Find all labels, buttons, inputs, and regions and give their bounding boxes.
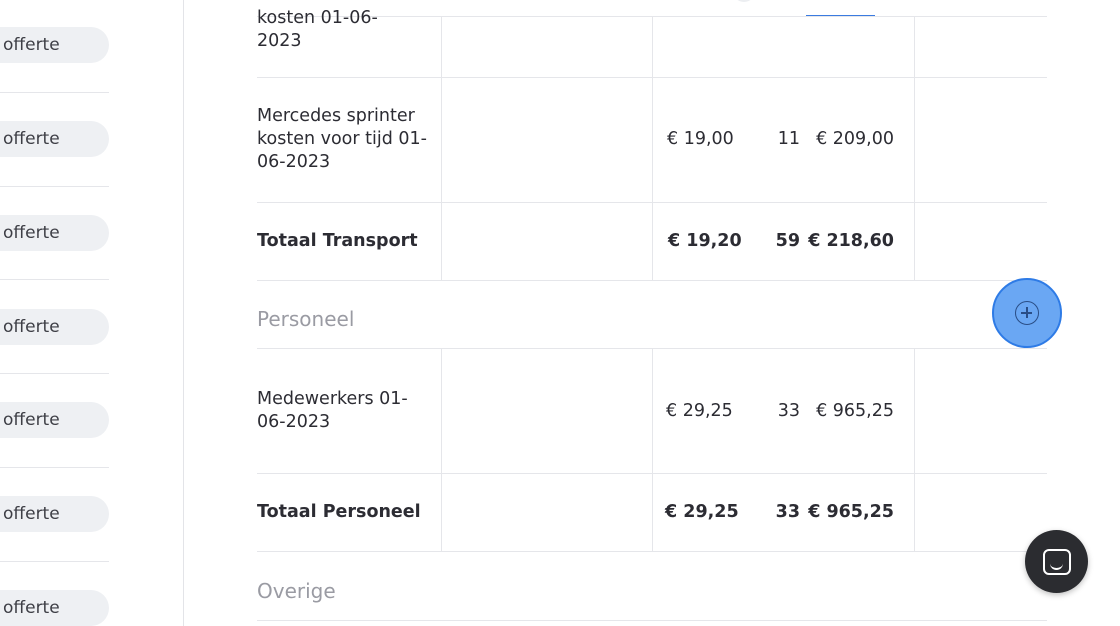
row-price: € 29,25 bbox=[666, 401, 733, 421]
chat-launcher-button[interactable] bbox=[1025, 530, 1088, 593]
section-personeel-heading: Personeel bbox=[257, 307, 355, 331]
row-quantity: 33 bbox=[777, 401, 800, 421]
row-divider bbox=[257, 280, 1047, 281]
row-description: kosten 01-06-2023 bbox=[257, 8, 378, 51]
column-divider bbox=[914, 348, 915, 551]
total-personeel-label: Totaal Personeel bbox=[257, 502, 421, 522]
total-transport-label: Totaal Transport bbox=[257, 231, 418, 251]
total-personeel-quantity: 33 bbox=[775, 502, 800, 522]
plus-circle-icon bbox=[1015, 301, 1039, 325]
add-row-button[interactable] bbox=[992, 278, 1062, 348]
total-transport-price: € 19,20 bbox=[668, 231, 742, 251]
row-description: Medewerkers 01-06-2023 bbox=[257, 389, 408, 432]
column-divider bbox=[441, 348, 442, 551]
row-price: € 19,00 bbox=[667, 129, 734, 149]
cost-table: kosten 01-06-2023 Mercedes sprinter kost… bbox=[0, 0, 1120, 626]
row-total: € 965,25 bbox=[816, 401, 894, 421]
row-quantity: 11 bbox=[777, 129, 800, 149]
row-description: Mercedes sprinter kosten voor tijd 01-06… bbox=[257, 106, 427, 172]
column-divider bbox=[914, 16, 915, 280]
row-total: € 209,00 bbox=[816, 129, 894, 149]
section-overige-heading: Overige bbox=[257, 579, 336, 603]
column-divider bbox=[652, 348, 653, 551]
row-divider bbox=[257, 551, 1047, 552]
total-transport-quantity: 59 bbox=[775, 231, 800, 251]
row-divider bbox=[257, 620, 1047, 621]
top-indicator bbox=[733, 0, 755, 2]
column-divider bbox=[441, 16, 442, 280]
chat-icon bbox=[1042, 548, 1071, 575]
column-divider bbox=[652, 16, 653, 280]
total-personeel-total: € 965,25 bbox=[808, 502, 894, 522]
total-transport-total: € 218,60 bbox=[808, 231, 894, 251]
total-personeel-price: € 29,25 bbox=[665, 502, 739, 522]
